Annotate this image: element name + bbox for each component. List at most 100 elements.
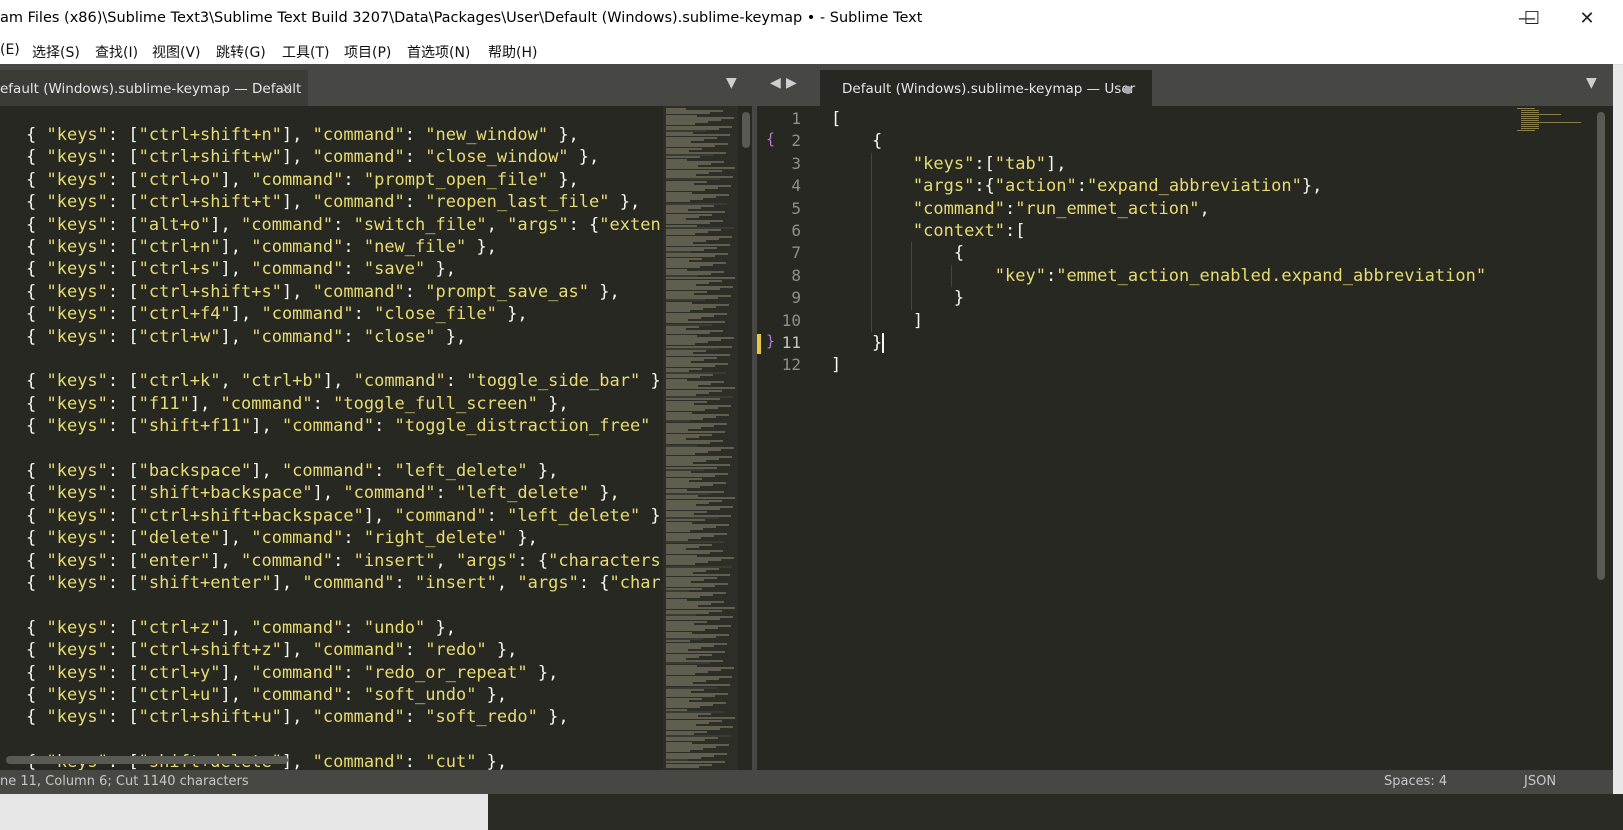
code-line[interactable]: { "keys": ["ctrl+shift+t"], "command": "… bbox=[26, 191, 662, 213]
next-tab-icon[interactable]: ▶ bbox=[786, 75, 797, 91]
code-line[interactable]: { "keys": ["ctrl+shift+u"], "command": "… bbox=[26, 706, 662, 728]
menu-preferences[interactable]: 首选项(N) bbox=[407, 42, 470, 62]
menu-find[interactable]: 查找(I) bbox=[95, 42, 138, 62]
code-line[interactable]: { "keys": ["ctrl+w"], "command": "close"… bbox=[26, 326, 662, 348]
minimap-line bbox=[1521, 116, 1539, 117]
code-line[interactable]: { "keys": ["ctrl+shift+w"], "command": "… bbox=[26, 146, 662, 168]
minimap-line bbox=[1521, 110, 1539, 111]
code-line[interactable]: [ bbox=[831, 108, 841, 130]
left-horizontal-scrollbar[interactable] bbox=[6, 756, 288, 764]
code-line[interactable]: { "keys": ["shift+backspace"], "command"… bbox=[26, 482, 662, 504]
code-line[interactable]: "args":{"action":"expand_abbreviation"}, bbox=[831, 175, 1322, 197]
code-line[interactable]: { "keys": ["ctrl+n"], "command": "new_fi… bbox=[26, 236, 662, 258]
code-line[interactable]: { "keys": ["ctrl+z"], "command": "undo" … bbox=[26, 617, 662, 639]
menu-help[interactable]: 帮助(H) bbox=[488, 42, 537, 62]
right-pane-dropdown-icon[interactable]: ▼ bbox=[1586, 75, 1597, 91]
maximize-button[interactable]: ☐ bbox=[1503, 0, 1561, 36]
right-code-area[interactable]: [ { "keys":["tab"], "args":{"action":"ex… bbox=[831, 106, 1591, 770]
fold-close-icon[interactable]: } bbox=[766, 332, 775, 350]
minimap-line bbox=[1521, 114, 1561, 115]
unsaved-dot-icon[interactable] bbox=[1124, 86, 1132, 94]
tab-label: Default (Windows).sublime-keymap — User bbox=[842, 81, 1136, 97]
code-line[interactable]: { "keys": ["ctrl+s"], "command": "save" … bbox=[26, 258, 662, 280]
tab-label: efault (Windows).sublime-keymap — Defaul… bbox=[0, 81, 302, 97]
editor-window: efault (Windows).sublime-keymap — Defaul… bbox=[0, 64, 1613, 794]
code-line[interactable]: { "keys": ["ctrl+shift+backspace"], "com… bbox=[26, 505, 662, 527]
menu-edit[interactable]: (E) bbox=[0, 42, 20, 58]
code-line[interactable]: "key":"emmet_action_enabled.expand_abbre… bbox=[831, 265, 1486, 287]
code-line[interactable]: { "keys": ["backspace"], "command": "lef… bbox=[26, 460, 662, 482]
line-number: 7 bbox=[791, 243, 801, 263]
code-line[interactable]: { "keys": ["ctrl+f4"], "command": "close… bbox=[26, 303, 662, 325]
menu-goto[interactable]: 跳转(G) bbox=[216, 42, 266, 62]
right-minimap[interactable] bbox=[1517, 106, 1597, 146]
tab-user-keymap[interactable]: Default (Windows).sublime-keymap — User bbox=[820, 70, 1152, 106]
code-line[interactable] bbox=[26, 348, 662, 370]
tab-default-keymap[interactable]: efault (Windows).sublime-keymap — Defaul… bbox=[0, 70, 308, 106]
code-line[interactable]: { "keys": ["ctrl+shift+z"], "command": "… bbox=[26, 639, 662, 661]
indent-guide bbox=[911, 242, 912, 310]
code-line[interactable]: { "keys": ["shift+f11"], "command": "tog… bbox=[26, 415, 662, 437]
menu-view[interactable]: 视图(V) bbox=[152, 42, 201, 62]
code-line[interactable]: { "keys": ["ctrl+shift+n"], "command": "… bbox=[26, 124, 662, 146]
right-editor-pane[interactable]: 1 2 3 4 5 6 7 8 9 10 11 12{} [ { "keys":["tab"], "a… bbox=[757, 106, 1613, 770]
code-line[interactable]: { "keys": ["enter"], "command": "insert"… bbox=[26, 550, 662, 572]
line-number: 10 bbox=[781, 310, 801, 330]
background-editor bbox=[488, 794, 1623, 830]
menu-bar: (E) 选择(S) 查找(I) 视图(V) 跳转(G) 工具(T) 项目(P) … bbox=[0, 36, 1623, 65]
syntax-selector[interactable]: JSON bbox=[1524, 774, 1556, 789]
code-line[interactable]: { "keys": ["ctrl+o"], "command": "prompt… bbox=[26, 169, 662, 191]
code-line[interactable]: "context":[ bbox=[831, 220, 1026, 242]
close-tab-icon[interactable]: × bbox=[281, 80, 293, 96]
menu-tools[interactable]: 工具(T) bbox=[282, 42, 329, 62]
code-line[interactable] bbox=[26, 729, 662, 751]
line-number: 9 bbox=[791, 288, 801, 308]
left-vertical-scrollbar[interactable] bbox=[742, 112, 750, 148]
right-vertical-scrollbar[interactable] bbox=[1597, 112, 1605, 580]
close-icon: ✕ bbox=[1579, 7, 1595, 29]
code-line[interactable]: } bbox=[831, 287, 964, 309]
indent-guide bbox=[871, 152, 872, 332]
code-line[interactable]: { bbox=[831, 130, 882, 152]
code-line[interactable]: { "keys": ["ctrl+k", "ctrl+b"], "command… bbox=[26, 370, 662, 392]
code-line[interactable]: ] bbox=[831, 354, 841, 376]
line-number: 6 bbox=[791, 221, 801, 240]
code-line[interactable] bbox=[26, 438, 662, 460]
code-line[interactable]: "command":"run_emmet_action", bbox=[831, 198, 1210, 220]
close-window-button[interactable]: ✕ bbox=[1558, 0, 1616, 36]
code-line[interactable]: { "keys": ["ctrl+y"], "command": "redo_o… bbox=[26, 662, 662, 684]
modified-line-marker bbox=[757, 334, 761, 354]
code-line[interactable]: "keys":["tab"], bbox=[831, 153, 1067, 175]
minimap-line bbox=[1521, 120, 1539, 121]
line-number: 3 bbox=[791, 153, 801, 173]
left-minimap[interactable] bbox=[663, 106, 738, 770]
line-number: 4 bbox=[791, 176, 801, 196]
code-line[interactable]: { "keys": ["delete"], "command": "right_… bbox=[26, 527, 662, 549]
minimap-line bbox=[1521, 128, 1539, 129]
text-caret bbox=[882, 333, 884, 353]
code-line[interactable]: { bbox=[831, 242, 964, 264]
minimap-line bbox=[1517, 108, 1535, 109]
code-line[interactable]: { "keys": ["alt+o"], "command": "switch_… bbox=[26, 214, 662, 236]
minimap-line bbox=[1517, 130, 1535, 131]
left-pane-dropdown-icon[interactable]: ▼ bbox=[726, 75, 737, 91]
title-bar: am Files (x86)\Sublime Text3\Sublime Tex… bbox=[0, 0, 1623, 36]
code-line[interactable]: } bbox=[831, 332, 882, 354]
code-line[interactable]: { "keys": ["f11"], "command": "toggle_fu… bbox=[26, 393, 662, 415]
left-editor-pane[interactable]: { "keys": ["ctrl+shift+n"], "command": "… bbox=[0, 106, 752, 770]
code-line[interactable]: { "keys": ["shift+enter"], "command": "i… bbox=[26, 572, 662, 594]
code-line[interactable] bbox=[26, 594, 662, 616]
menu-select[interactable]: 选择(S) bbox=[32, 42, 80, 62]
minimap-line bbox=[666, 765, 699, 768]
prev-tab-icon[interactable]: ◀ bbox=[770, 75, 781, 91]
code-line[interactable]: { "keys": ["ctrl+shift+s"], "command": "… bbox=[26, 281, 662, 303]
minimap-line bbox=[1521, 112, 1539, 113]
indentation-setting[interactable]: Spaces: 4 bbox=[1384, 774, 1447, 789]
line-number-gutter: 1 2 3 4 5 6 7 8 9 10 11 12{} bbox=[757, 106, 829, 770]
code-line[interactable]: ] bbox=[831, 310, 923, 332]
menu-project[interactable]: 项目(P) bbox=[344, 42, 391, 62]
minimap-line bbox=[1521, 124, 1539, 125]
fold-open-icon[interactable]: { bbox=[766, 130, 775, 148]
code-line[interactable]: { "keys": ["ctrl+u"], "command": "soft_u… bbox=[26, 684, 662, 706]
window-title: am Files (x86)\Sublime Text3\Sublime Tex… bbox=[0, 10, 923, 26]
